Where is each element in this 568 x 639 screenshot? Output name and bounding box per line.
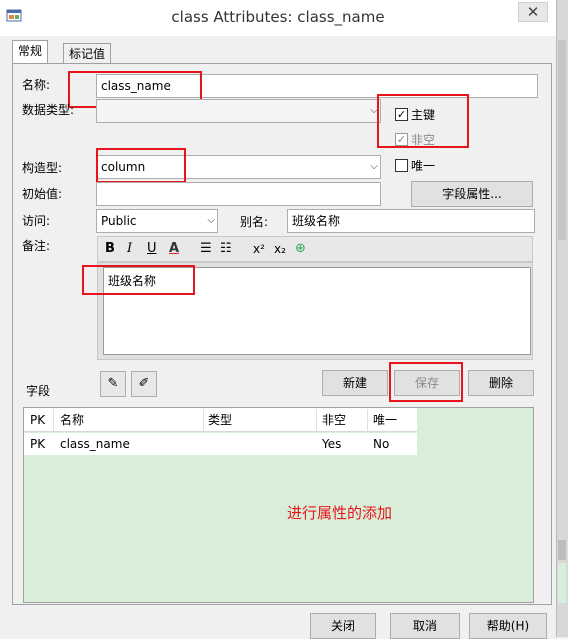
help-button[interactable]: 帮助(H) [469,613,547,639]
unique-checkbox[interactable] [395,159,408,172]
bold-button[interactable]: B [105,240,115,258]
notes-label: 备注: [22,239,51,253]
row-unique: No [373,437,390,451]
new-button[interactable]: 新建 [322,370,388,396]
move-up-icon[interactable]: ✎ [100,371,126,397]
highlight-box-stereotype [96,148,186,183]
highlight-box-keys [377,94,469,148]
initial-value-input[interactable] [96,182,381,206]
hyperlink-icon[interactable]: ⊕ [295,240,306,258]
tab-tagged-values[interactable]: 标记值 [63,43,112,64]
delete-button[interactable]: 删除 [468,370,534,396]
close-button[interactable]: 关闭 [310,613,376,639]
datatype-label: 数据类型: [22,103,75,117]
highlight-box-notes [82,265,195,295]
access-select[interactable]: Public ⌵ [96,209,218,233]
highlight-box-save [389,362,463,402]
superscript-button[interactable]: x² [253,240,265,258]
alias-input[interactable]: 班级名称 [287,209,535,233]
column-separator [367,409,368,431]
chevron-down-icon: ⌵ [370,161,378,172]
initial-value-label: 初始值: [22,187,63,201]
window-title: class Attributes: class_name [171,8,385,26]
richtext-toolbar: B I U A ☰ ☷ x² x₂ ⊕ [97,236,533,262]
datatype-select[interactable]: ⌵ [96,99,381,123]
access-value: Public [101,214,137,228]
column-header-unique[interactable]: 唯一 [373,409,397,431]
fields-label: 字段 [26,384,51,398]
name-label: 名称: [22,78,51,92]
numbering-button[interactable]: ☷ [220,240,232,258]
tab-general[interactable]: 常规 [12,40,49,64]
close-window-button[interactable]: ✕ [518,2,548,22]
annotation-text: 进行属性的添加 [287,504,393,522]
column-separator [203,409,204,431]
unique-label: 唯一 [411,159,436,173]
column-separator [53,409,54,431]
background-scrollbar-thumb [558,540,566,560]
move-down-icon[interactable]: ✐ [131,371,157,397]
alias-label: 别名: [240,215,269,229]
font-color-button[interactable]: A [169,240,179,258]
field-properties-button[interactable]: 字段属性... [411,181,533,207]
background-grid-edge [558,563,566,603]
bullets-button[interactable]: ☰ [200,240,212,258]
row-pk: PK [30,437,46,451]
cancel-button[interactable]: 取消 [390,613,460,639]
column-header-name[interactable]: 名称 [60,409,84,431]
chevron-down-icon: ⌵ [207,215,215,226]
italic-button[interactable]: I [127,240,132,258]
column-header-type[interactable]: 类型 [208,409,232,431]
access-label: 访问: [22,214,51,228]
row-name: class_name [60,437,130,451]
subscript-button[interactable]: x₂ [274,240,286,258]
background-scrollbar [558,40,566,240]
row-not-null: Yes [322,437,342,451]
underline-button[interactable]: U [147,240,157,258]
column-separator [316,409,317,431]
column-header-not-null[interactable]: 非空 [322,409,346,431]
stereotype-label: 构造型: [22,161,63,175]
column-header-pk[interactable]: PK [30,409,45,431]
